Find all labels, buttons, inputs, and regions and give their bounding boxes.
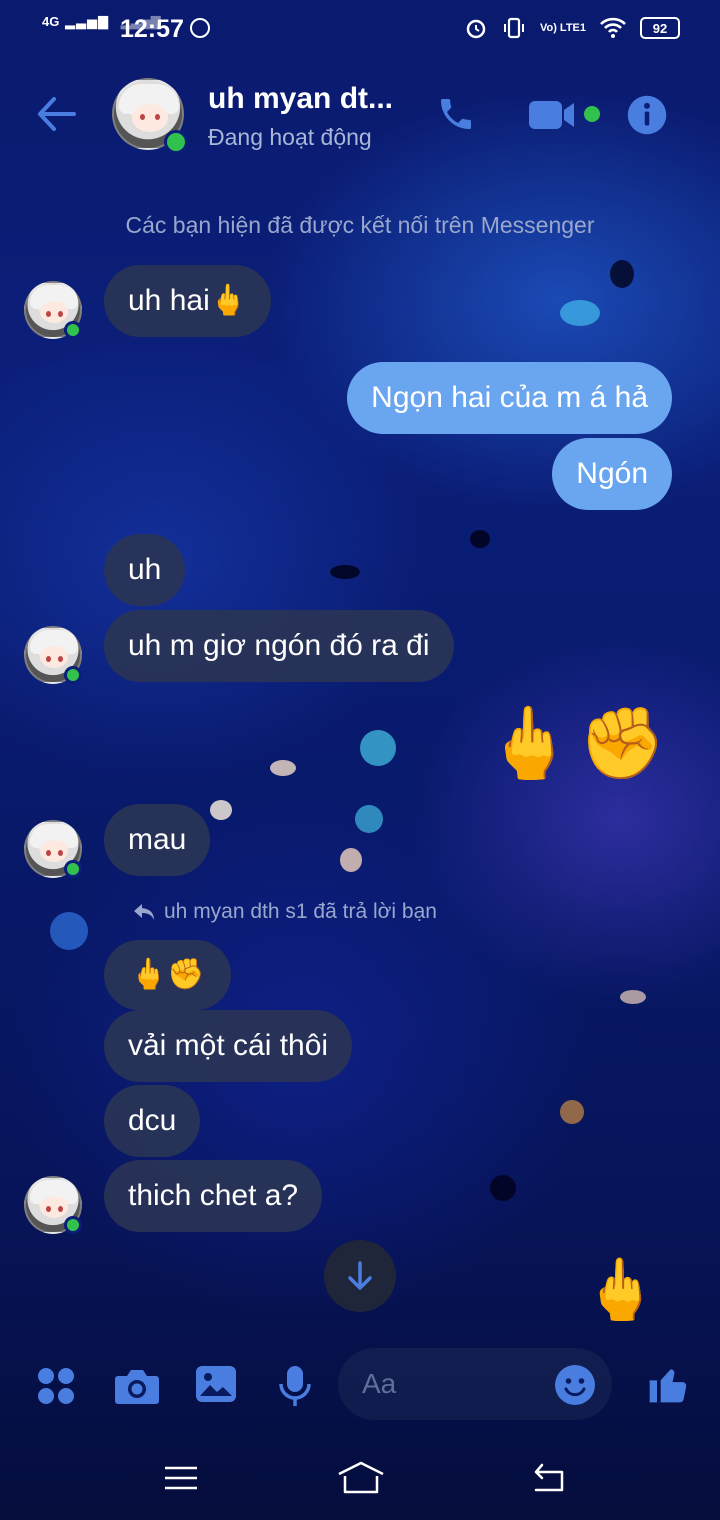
message-bubble-incoming[interactable]: uh m giơ ngón đó ra đi [104,610,454,682]
battery-icon: 92 [640,17,680,39]
message-bubble-incoming[interactable]: uh hai🖕 [104,265,272,337]
reply-notice-text: uh myan dth s1 đã trả lời bạn [164,900,437,923]
contact-avatar[interactable] [112,78,188,154]
bokeh-light [360,730,396,766]
confetti [270,760,296,776]
wifi-icon [600,17,626,38]
confetti [620,990,646,1004]
info-icon[interactable] [626,94,668,136]
message-bubble-outgoing[interactable]: Ngón [552,438,672,510]
confetti [340,848,362,872]
confetti [610,260,634,288]
active-status: Đang hoạt động [208,124,372,150]
composer-bar: Aa [0,1336,720,1436]
confetti [210,800,232,820]
scroll-to-bottom-button[interactable] [324,1240,396,1312]
message-bubble-incoming[interactable]: vải một cái thôi [104,1010,353,1082]
messenger-notification-icon [190,18,210,38]
thumbs-up-icon[interactable] [646,1362,690,1406]
replied-emoji-bubble[interactable]: 🖕✊ [104,940,231,1010]
online-indicator [64,860,82,878]
home-icon[interactable] [336,1460,386,1496]
battery-level: 92 [652,20,668,36]
message-bubble-incoming[interactable]: mau [104,804,211,876]
status-icons: Vo) LTE1 92 [464,16,680,40]
sender-avatar[interactable] [24,626,82,684]
signal-bars-icon: ▂▃▅▇ [64,14,109,29]
network-type: 4G [42,14,60,29]
system-notice: Các bạn hiện đã được kết nối trên Messen… [125,212,595,238]
bokeh-light [50,912,88,950]
chat-header: uh myan dt... Đang hoạt động [0,70,720,160]
microphone-icon[interactable] [278,1364,312,1408]
online-indicator [64,321,82,339]
confetti [490,1175,516,1201]
contact-name[interactable]: uh myan dt... [208,82,393,116]
message-bubble-incoming[interactable]: dcu [104,1085,201,1157]
emoji-message-outgoing[interactable]: 🖕✊ [486,700,672,786]
image-icon[interactable] [194,1364,238,1404]
message-bubble-incoming[interactable]: thich chet a? [104,1160,323,1232]
smiley-icon[interactable] [554,1364,596,1406]
message-input-placeholder: Aa [362,1368,397,1399]
volte-indicator: Vo) LTE1 [539,21,586,34]
confetti [330,565,360,579]
bokeh-light [355,805,383,833]
reply-arrow-icon [134,904,154,920]
confetti [560,1100,584,1124]
bokeh-light [560,300,600,326]
confetti [470,530,490,548]
status-bar: 4G ▂▃▅▇ ▂▃▅▇ 12:57 Vo) LTE1 92 [0,0,720,58]
sender-avatar[interactable] [24,820,82,878]
system-navigation-bar [0,1440,720,1520]
message-input-field[interactable]: Aa [338,1348,612,1420]
online-indicator [64,666,82,684]
vibrate-icon [503,17,524,39]
sender-avatar[interactable] [24,281,82,339]
message-bubble-incoming[interactable]: uh [104,534,186,606]
sender-avatar[interactable] [24,1176,82,1234]
camera-icon[interactable] [114,1366,160,1406]
phone-icon[interactable] [436,94,476,134]
online-indicator [164,130,188,154]
back-nav-icon[interactable] [530,1462,568,1494]
video-online-dot [584,106,600,122]
reply-notice: uh myan dth s1 đã trả lời bạn [132,900,437,924]
emoji-message-outgoing[interactable]: 🖕 [583,1252,658,1328]
arrow-down-icon [348,1261,372,1290]
message-bubble-outgoing[interactable]: Ngọn hai của m á hả [347,362,672,434]
alarm-icon [466,19,486,39]
video-camera-icon[interactable] [528,98,576,132]
clock: 12:57 [120,15,184,43]
online-indicator [64,1216,82,1234]
back-arrow-icon[interactable] [36,96,76,132]
recent-apps-icon[interactable] [163,1464,199,1492]
four-dots-icon[interactable] [36,1366,76,1406]
